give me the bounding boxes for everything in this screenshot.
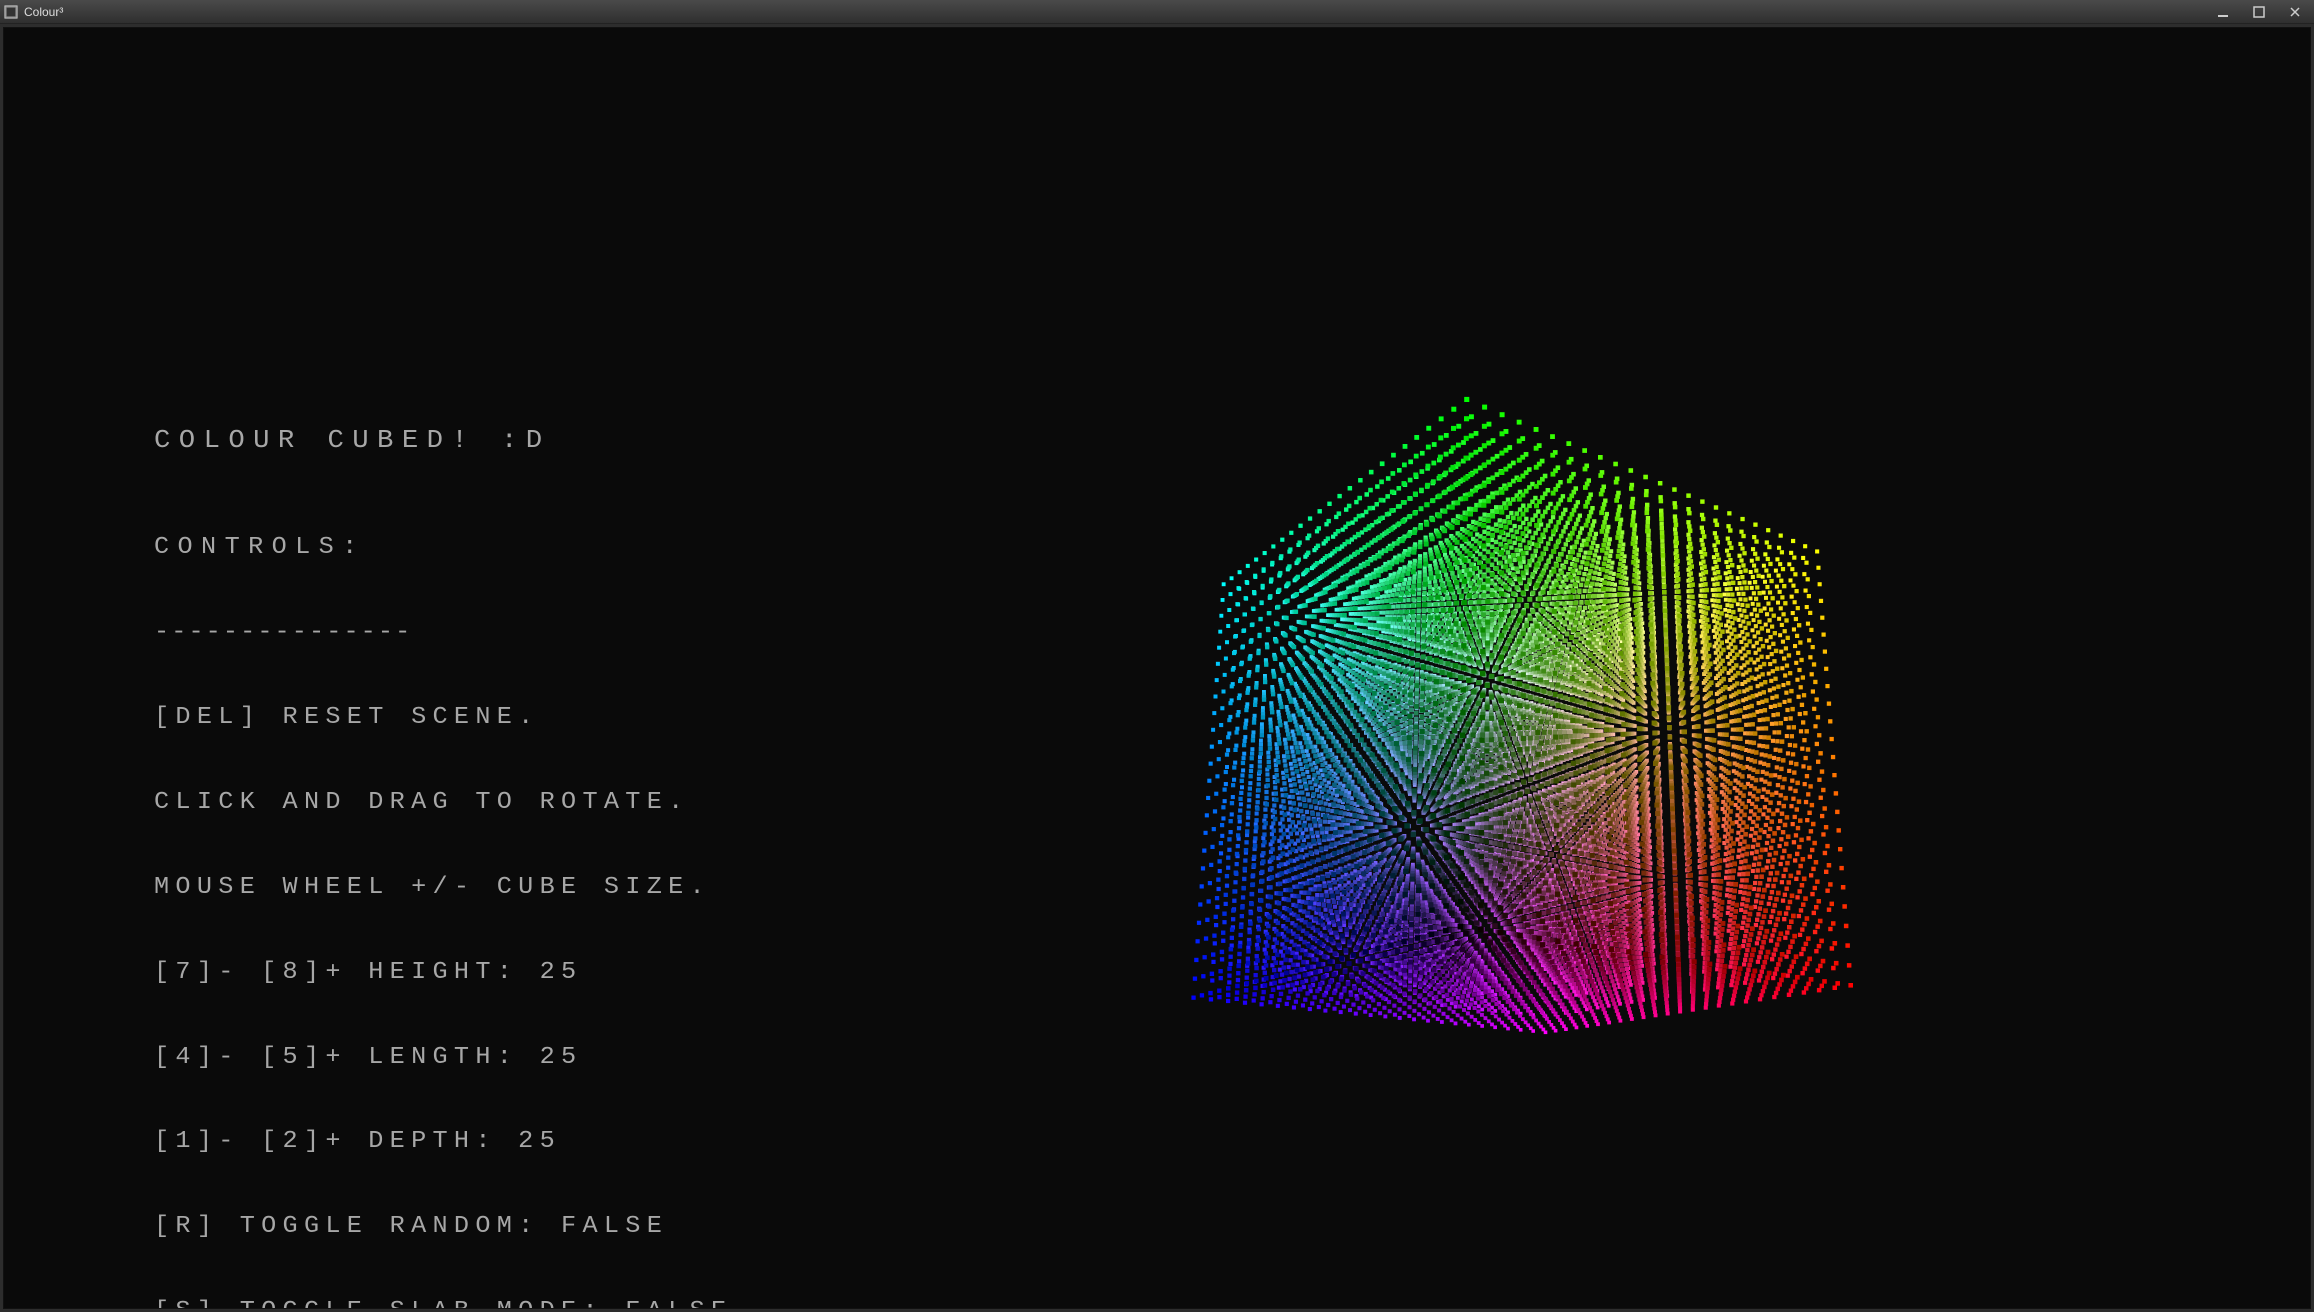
maximize-button[interactable]: [2244, 2, 2274, 22]
app-icon: [4, 5, 18, 19]
control-line-wheel: MOUSE WHEEL +/- CUBE SIZE.: [154, 874, 732, 902]
control-line-drag: CLICK AND DRAG TO ROTATE.: [154, 789, 732, 817]
control-line-random: [R] TOGGLE RANDOM: FALSE: [154, 1213, 732, 1241]
colour-cube-viewport[interactable]: [1004, 318, 2064, 1278]
hud-title: COLOUR CUBED! :D: [154, 425, 732, 456]
viewport[interactable]: COLOUR CUBED! :D CONTROLS: -------------…: [3, 27, 2311, 1309]
minimize-button[interactable]: [2208, 2, 2238, 22]
controls-label: CONTROLS:: [154, 534, 732, 562]
window-title: Colour³: [24, 5, 63, 19]
titlebar[interactable]: Colour³: [0, 0, 2314, 24]
control-line-slab: [S] TOGGLE SLAB MODE: FALSE: [154, 1298, 732, 1309]
control-line-height: [7]- [8]+ HEIGHT: 25: [154, 959, 732, 987]
hud-overlay: COLOUR CUBED! :D CONTROLS: -------------…: [154, 368, 732, 1309]
hud-divider: ---------------: [154, 619, 732, 647]
colour-cube[interactable]: [1004, 318, 2064, 1278]
app-window: Colour³ COLOUR CUBED! :D CONTROLS: -----…: [0, 0, 2314, 1312]
control-line-length: [4]- [5]+ LENGTH: 25: [154, 1044, 732, 1072]
control-line-depth: [1]- [2]+ DEPTH: 25: [154, 1128, 732, 1156]
control-line-reset: [DEL] RESET SCENE.: [154, 704, 732, 732]
close-button[interactable]: [2280, 2, 2310, 22]
